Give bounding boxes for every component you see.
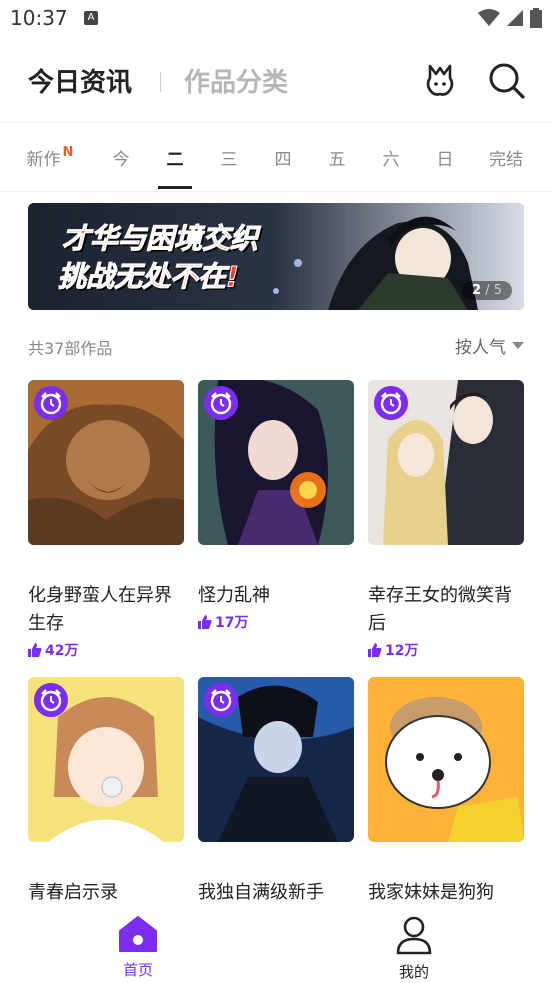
alarm-clock-icon xyxy=(204,683,238,717)
likes-count: 17万 xyxy=(198,612,248,632)
pager-total: / 5 xyxy=(485,283,502,298)
status-time: 10:37 xyxy=(10,6,68,30)
sort-dropdown[interactable]: 按人气 xyxy=(455,333,524,358)
pager-current: 2 xyxy=(472,283,482,298)
status-bar: 10:37 A xyxy=(0,0,552,38)
nav-home[interactable]: 首页 xyxy=(98,915,178,980)
sort-label: 按人气 xyxy=(455,338,506,358)
comic-title: 怪力乱神 xyxy=(198,585,270,606)
comic-card[interactable]: 怪力乱神 17万 xyxy=(198,380,354,660)
bottom-navigation: 首页 我的 xyxy=(0,905,552,983)
tab-thursday[interactable]: 四 xyxy=(275,145,292,170)
promo-banner[interactable]: 才华与困境交织 挑战无处不在! 2 / 5 xyxy=(28,203,524,310)
comic-cover xyxy=(368,380,524,545)
tab-today[interactable]: 今 xyxy=(113,145,130,170)
list-header: 共37部作品 按人气 xyxy=(28,333,524,358)
comic-title: 我家妹妹是狗狗 xyxy=(368,882,494,903)
banner-headline-2: 挑战无处不在! xyxy=(58,260,240,294)
comic-cover xyxy=(28,677,184,842)
nav-mine-label: 我的 xyxy=(398,963,429,981)
tab-categories[interactable]: 作品分类 xyxy=(184,62,288,99)
comic-cover xyxy=(368,677,524,842)
likes-value: 17万 xyxy=(215,615,249,631)
notification-icon: A xyxy=(84,11,98,25)
comic-cover xyxy=(198,677,354,842)
tab-today-news[interactable]: 今日资讯 xyxy=(28,62,132,99)
chevron-down-icon xyxy=(512,341,524,349)
tab-sunday[interactable]: 日 xyxy=(437,145,454,170)
weekday-tabs: 新作 N 今 二 三 四 五 六 日 完结 xyxy=(0,122,552,192)
alarm-clock-icon xyxy=(34,683,68,717)
new-badge: N xyxy=(62,145,74,160)
tab-new-label: 新作 xyxy=(26,150,61,170)
active-tab-indicator xyxy=(158,186,192,189)
tab-tuesday[interactable]: 二 xyxy=(167,145,184,170)
alarm-clock-icon xyxy=(34,386,68,420)
comic-card[interactable]: 化身野蛮人在异界生存 42万 xyxy=(28,380,184,660)
home-icon xyxy=(119,916,157,952)
mascot-icon[interactable] xyxy=(420,60,460,100)
header: 今日资讯 作品分类 xyxy=(0,40,552,122)
thumbs-up-icon xyxy=(198,615,212,629)
comic-card[interactable]: 我独自满级新手 xyxy=(198,677,354,907)
comic-title: 化身野蛮人在异界生存 xyxy=(28,585,172,634)
likes-count: 12万 xyxy=(368,640,418,660)
likes-value: 42万 xyxy=(45,643,79,659)
comic-card[interactable]: 青春启示录 xyxy=(28,677,184,907)
tab-wednesday[interactable]: 三 xyxy=(221,145,238,170)
comic-title: 青春启示录 xyxy=(28,882,118,903)
nav-home-label: 首页 xyxy=(122,961,153,979)
tab-new[interactable]: 新作 N xyxy=(27,145,74,170)
signal-icon xyxy=(507,10,523,26)
wifi-icon xyxy=(478,9,500,26)
alarm-clock-icon xyxy=(374,386,408,420)
user-icon xyxy=(396,916,432,955)
header-divider xyxy=(160,72,161,92)
thumbs-up-icon xyxy=(28,643,42,657)
comic-title: 我独自满级新手 xyxy=(198,882,324,903)
tab-friday[interactable]: 五 xyxy=(329,145,346,170)
likes-count: 42万 xyxy=(28,640,78,660)
comic-cover xyxy=(198,380,354,545)
thumbs-up-icon xyxy=(368,643,382,657)
likes-value: 12万 xyxy=(385,643,419,659)
comic-title: 幸存王女的微笑背后 xyxy=(368,585,512,634)
status-icons xyxy=(478,8,542,28)
comic-cover xyxy=(28,380,184,545)
alarm-clock-icon xyxy=(204,386,238,420)
tab-saturday[interactable]: 六 xyxy=(383,145,400,170)
comic-card[interactable]: 幸存王女的微笑背后 12万 xyxy=(368,380,524,660)
search-icon[interactable] xyxy=(486,60,526,100)
banner-headline-1: 才华与困境交织 xyxy=(61,222,259,256)
tab-completed[interactable]: 完结 xyxy=(489,145,523,170)
banner-pager: 2 / 5 xyxy=(462,281,512,300)
cover-art xyxy=(368,677,524,842)
battery-icon xyxy=(530,8,542,28)
comic-card[interactable]: 我家妹妹是狗狗 xyxy=(368,677,524,907)
nav-mine[interactable]: 我的 xyxy=(374,915,454,982)
works-count: 共37部作品 xyxy=(28,339,113,358)
